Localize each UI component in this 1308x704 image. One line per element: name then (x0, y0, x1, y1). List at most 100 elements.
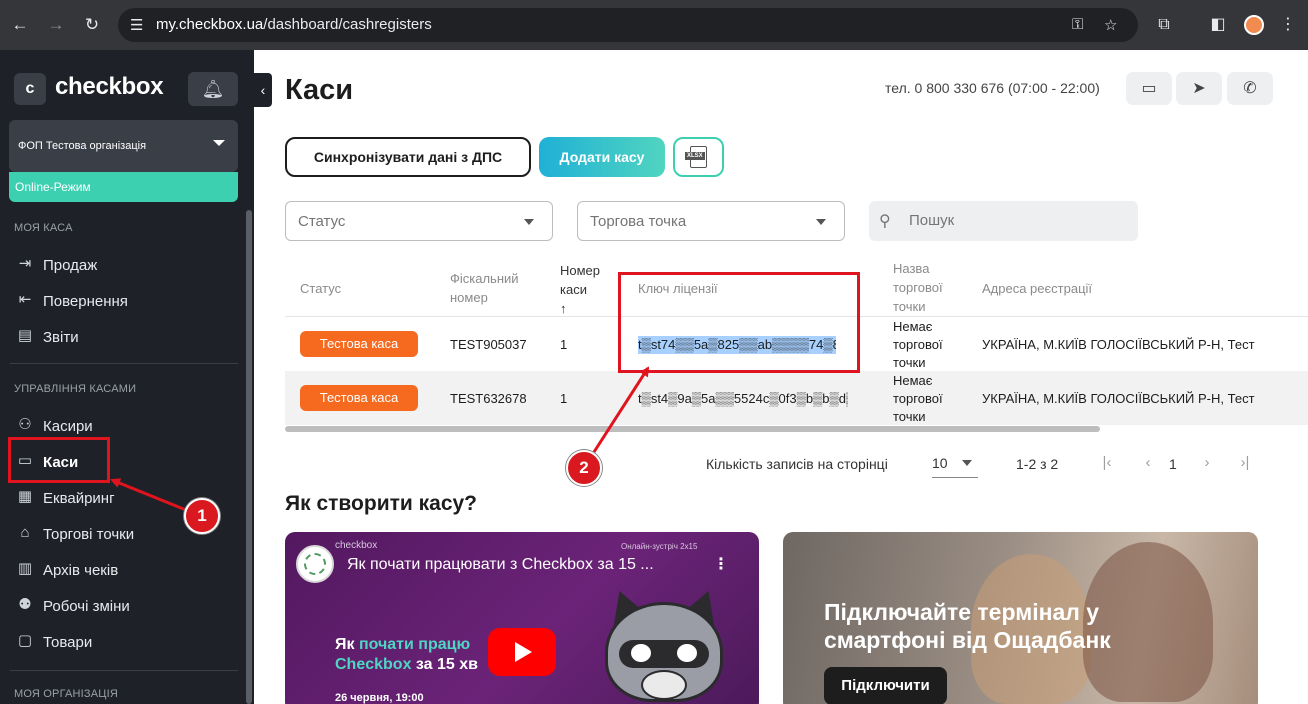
last-page-icon[interactable]: ›| (1234, 452, 1256, 474)
registration-address: УКРАЇНА, М.КИЇВ ГОЛОСІЇВСЬКИЙ Р-Н, Тест (982, 391, 1255, 406)
status-badge: Тестова каса (300, 385, 418, 411)
organization-selector[interactable]: ФОП Тестова організація (9, 120, 238, 172)
annotation-highlight-box (618, 272, 860, 373)
raccoon-eye (631, 644, 651, 662)
annotation-marker-2: 2 (566, 450, 602, 486)
pagination-range: 1-2 з 2 (1016, 456, 1059, 472)
archive-icon: ▥ (17, 560, 33, 577)
support-phone: тел. 0 800 330 676 (07:00 - 22:00) (885, 80, 1100, 96)
site-info-icon[interactable]: ☰ (130, 16, 143, 34)
organization-name: ФОП Тестова організація (18, 140, 147, 152)
main-content: ‹ Каси тел. 0 800 330 676 (07:00 - 22:00… (254, 50, 1308, 704)
caret-down-icon (816, 219, 826, 225)
shop-name: Немає торгової точки (893, 373, 943, 424)
section-title-management: УПРАВЛІННЯ КАСАМИ (14, 383, 137, 395)
sale-icon: ⇥ (18, 255, 32, 272)
first-page-icon[interactable]: |‹ (1096, 452, 1118, 474)
chat-icon[interactable]: ▭ (1126, 72, 1172, 105)
sidebar-item-archive[interactable]: ▥ Архів чеків (14, 558, 234, 582)
shifts-icon: ⚉ (18, 596, 32, 613)
sidebar-item-shifts[interactable]: ⚉ Робочі зміни (14, 594, 234, 618)
section-title-my-cash: МОЯ КАСА (14, 222, 73, 234)
register-number: 1 (560, 337, 568, 352)
section-title-my-org: МОЯ ОРГАНІЗАЦІЯ (14, 688, 119, 700)
return-icon: ⇤ (18, 291, 32, 308)
extensions-icon[interactable]: ⧉ (1152, 13, 1176, 37)
add-cash-register-button[interactable]: Додати касу (539, 137, 665, 177)
promo-text: Підключайте термінал у смартфоні від Ощад… (824, 599, 1111, 653)
online-mode-label: Online-Режим (15, 180, 91, 194)
address-bar[interactable]: ☰ my.checkbox.ua/dashboard/cashregisters… (118, 8, 1138, 42)
registration-address: УКРАЇНА, М.КИЇВ ГОЛОСІЇВСЬКИЙ Р-Н, Тест (982, 337, 1255, 352)
sort-up-arrow-icon: ↑ (560, 301, 567, 316)
status-select[interactable]: Статус (285, 201, 553, 241)
url-text: my.checkbox.ua/dashboard/cashregisters (156, 16, 432, 33)
column-header-status: Статус (300, 281, 342, 296)
page-title: Каси (285, 74, 354, 106)
more-menu-icon[interactable]: ⋮ (1276, 13, 1300, 37)
table-horizontal-scrollbar[interactable] (285, 426, 1100, 432)
sidebar-scrollbar[interactable] (246, 210, 252, 704)
sidebar-divider (10, 363, 238, 364)
back-arrow-icon[interactable]: ← (8, 13, 32, 37)
rows-per-page-select[interactable]: 10 (932, 448, 978, 478)
column-header-fiscal: Фіскальний номер (450, 271, 519, 305)
profile-avatar[interactable] (1244, 15, 1264, 35)
raccoon-eye (677, 644, 697, 662)
logo-mark: c (14, 73, 46, 105)
status-badge: Тестова каса (300, 331, 418, 357)
viber-icon[interactable]: ✆ (1227, 72, 1273, 105)
connect-button[interactable]: Підключити (824, 667, 947, 704)
export-xlsx-button[interactable]: XLSX (673, 137, 724, 177)
reload-icon[interactable]: ↻ (80, 13, 104, 37)
shop-select[interactable]: Торгова точка (577, 201, 845, 241)
video-title[interactable]: Як почати працювати з Checkbox за 15 ... (347, 556, 654, 574)
how-to-title: Як створити касу? (285, 492, 478, 515)
annotation-marker-1: 1 (184, 498, 220, 534)
notifications-bell-icon[interactable]: 🔔︎ (188, 72, 238, 106)
raccoon-muzzle (641, 670, 687, 700)
search-icon: ⚲ (879, 213, 891, 230)
rows-per-page-label: Кількість записів на сторінці (706, 456, 888, 472)
promo-banner[interactable]: Підключайте термінал у смартфоні від Ощад… (783, 532, 1258, 704)
browser-toolbar: ← → ↻ ☰ my.checkbox.ua/dashboard/cashreg… (0, 0, 1308, 50)
column-header-address: Адреса реєстрації (982, 281, 1093, 296)
youtube-play-icon[interactable] (488, 628, 556, 676)
sidebar-item-reports[interactable]: ▤ Звіти (14, 325, 234, 349)
annotation-highlight-box (8, 437, 110, 483)
sidebar-item-cashiers[interactable]: ⚇ Касири (14, 414, 234, 438)
cashiers-icon: ⚇ (18, 416, 32, 433)
fiscal-number: TEST905037 (450, 337, 527, 352)
search-input[interactable]: ⚲ Пошук (869, 201, 1138, 241)
key-icon[interactable]: ⚿ (1072, 16, 1083, 33)
collapse-sidebar-chevron-icon[interactable]: ‹ (254, 73, 272, 107)
forward-arrow-icon[interactable]: → (44, 13, 68, 37)
table-row[interactable]: Тестова каса TEST632678 1 t▒st4▒9a▒5a▒▒5… (285, 371, 1308, 425)
sidebar: c checkbox 🔔︎ ФОП Тестова організація On… (0, 50, 254, 704)
caret-down-icon (524, 219, 534, 225)
sync-dps-button[interactable]: Синхронізувати дані з ДПС (285, 137, 531, 177)
logo-text: checkbox (55, 73, 164, 100)
caret-down-icon (962, 460, 972, 466)
prev-page-icon[interactable]: ‹ (1137, 452, 1159, 474)
sidebar-item-sale[interactable]: ⇥ Продаж (14, 253, 234, 277)
shop-name: Немає торгової точки (893, 319, 943, 370)
telegram-icon[interactable]: ➤ (1176, 72, 1222, 105)
current-page: 1 (1169, 456, 1177, 472)
sidebar-divider (10, 670, 238, 671)
sidebar-item-goods[interactable]: ▢ Товари (14, 630, 234, 654)
fiscal-number: TEST632678 (450, 391, 527, 406)
video-more-icon[interactable]: ⋮ (713, 554, 729, 574)
license-key[interactable]: t▒st4▒9a▒5a▒▒5524c▒0f3▒b▒b▒d▒ (638, 390, 848, 408)
caret-down-icon (213, 140, 225, 146)
side-panel-icon[interactable]: ◧ (1206, 13, 1230, 37)
tutorial-video[interactable]: checkbox Онлайн-зустріч 2х15 Як почати п… (285, 532, 759, 704)
column-header-number[interactable]: Номер каси ↑ (560, 261, 600, 318)
next-page-icon[interactable]: › (1196, 452, 1218, 474)
shops-icon: ⌂ (20, 524, 30, 541)
star-icon[interactable]: ☆ (1104, 16, 1117, 34)
channel-logo (296, 545, 334, 583)
goods-icon: ▢ (17, 632, 33, 649)
sidebar-item-return[interactable]: ⇤ Повернення (14, 289, 234, 313)
online-mode-bar: Online-Режим (9, 172, 238, 202)
